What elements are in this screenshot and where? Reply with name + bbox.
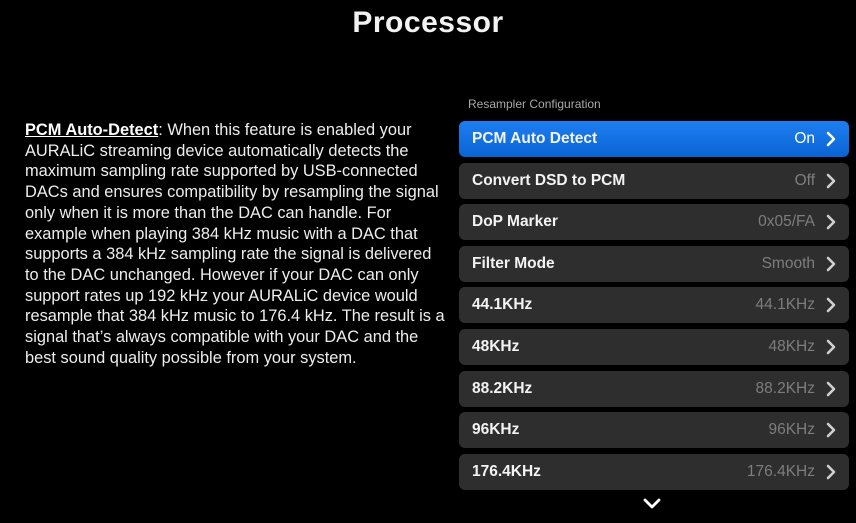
section-label: Resampler Configuration [468, 97, 601, 111]
settings-row-pcm-auto-detect[interactable]: PCM Auto Detect On [459, 121, 849, 157]
settings-row-filter-mode[interactable]: Filter Mode Smooth [459, 245, 849, 282]
row-value: 0x05/FA [758, 213, 815, 231]
row-label: 44.1KHz [472, 296, 533, 314]
row-label: 88.2KHz [472, 379, 533, 397]
settings-row-44-1khz[interactable]: 44.1KHz 44.1KHz [459, 287, 849, 324]
row-label: 176.4KHz [472, 462, 541, 480]
row-label: PCM Auto Detect [472, 130, 598, 147]
chevron-right-icon [825, 131, 837, 147]
settings-row-96khz[interactable]: 96KHz 96KHz [459, 412, 849, 449]
settings-row-convert-dsd-to-pcm[interactable]: Convert DSD to PCM Off [459, 162, 849, 199]
row-value: On [794, 130, 815, 147]
row-value: Smooth [761, 254, 815, 272]
row-value: 96KHz [768, 421, 815, 439]
row-label: Filter Mode [472, 254, 555, 272]
description-term: PCM Auto-Detect [25, 121, 159, 139]
row-label: DoP Marker [472, 213, 558, 231]
chevron-right-icon [825, 381, 837, 397]
row-value: 44.1KHz [755, 296, 815, 314]
settings-row-dop-marker[interactable]: DoP Marker 0x05/FA [459, 204, 849, 241]
chevron-right-icon [825, 422, 837, 438]
chevron-right-icon [825, 173, 837, 189]
chevron-right-icon [825, 256, 837, 272]
chevron-right-icon [825, 214, 837, 230]
settings-row-176-4khz[interactable]: 176.4KHz 176.4KHz [459, 453, 849, 490]
chevron-right-icon [825, 339, 837, 355]
chevron-right-icon [825, 297, 837, 313]
row-value: 88.2KHz [755, 379, 815, 397]
chevron-right-icon [825, 464, 837, 480]
settings-list: PCM Auto Detect On Convert DSD to PCM Of… [459, 121, 849, 495]
chevron-down-icon[interactable] [643, 497, 661, 511]
row-value: 48KHz [768, 337, 815, 355]
feature-description: PCM Auto-Detect: When this feature is en… [25, 120, 445, 368]
row-value: 176.4KHz [746, 462, 815, 480]
row-label: Convert DSD to PCM [472, 171, 626, 189]
description-text: : When this feature is enabled your AURA… [25, 121, 445, 367]
row-value: Off [794, 171, 815, 189]
settings-row-88-2khz[interactable]: 88.2KHz 88.2KHz [459, 370, 849, 407]
settings-row-48khz[interactable]: 48KHz 48KHz [459, 328, 849, 365]
row-label: 96KHz [472, 421, 520, 439]
row-label: 48KHz [472, 337, 520, 355]
page-title: Processor [352, 6, 504, 39]
